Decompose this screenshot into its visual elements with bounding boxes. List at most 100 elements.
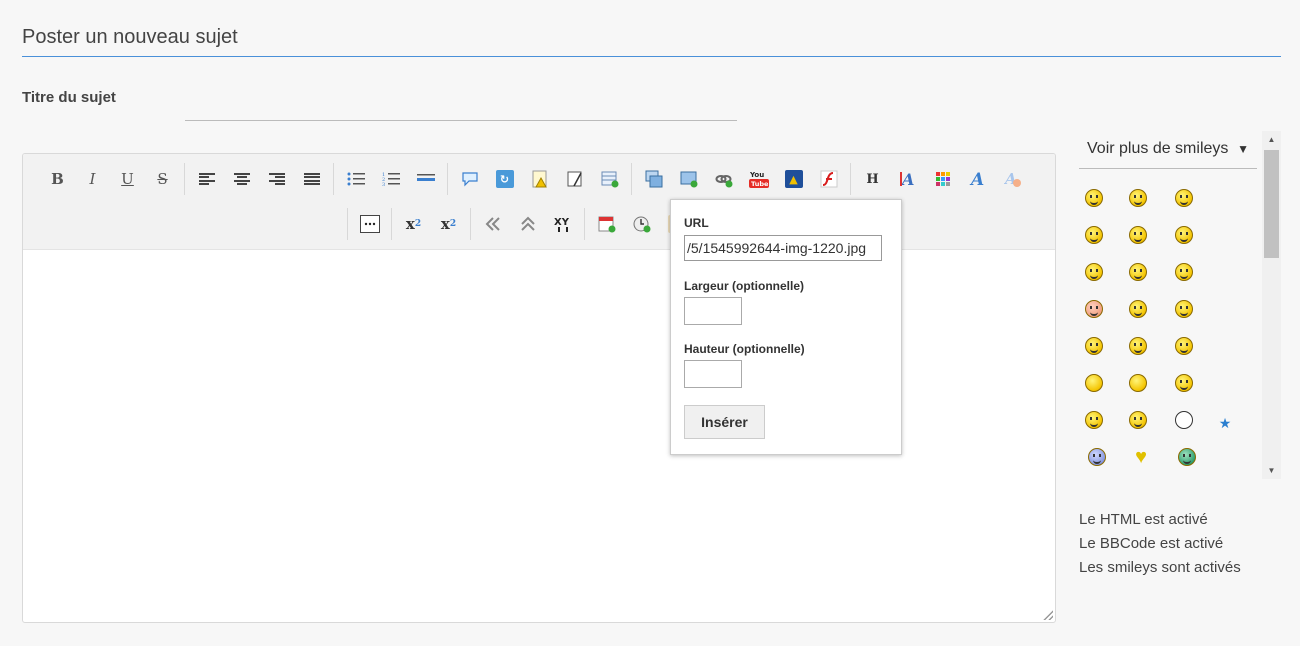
bold-button[interactable]: B [40, 163, 75, 195]
smiley-icon[interactable] [1178, 448, 1196, 466]
smiley-icon[interactable] [1085, 374, 1103, 392]
width-label: Largeur (optionnelle) [684, 279, 804, 293]
ellipsis-icon [359, 215, 380, 233]
smiley-icon[interactable] [1085, 226, 1103, 244]
toolbar-divider [850, 163, 851, 195]
youtube-button[interactable]: You Tube [741, 163, 776, 195]
star-icon[interactable]: ★ [1216, 414, 1234, 432]
insert-link-button[interactable] [706, 163, 741, 195]
scroll-top-button[interactable] [510, 208, 545, 240]
flash-icon [820, 170, 837, 188]
image-height-input[interactable] [684, 360, 742, 388]
font-button[interactable]: A [960, 163, 995, 195]
smiley-icon[interactable] [1129, 300, 1147, 318]
strikethrough-label: S [157, 170, 168, 188]
double-chevron-up-icon [520, 216, 535, 231]
align-center-button[interactable] [224, 163, 259, 195]
undo-button[interactable] [475, 208, 510, 240]
strikethrough-button[interactable]: S [145, 163, 180, 195]
smiley-icon[interactable] [1088, 448, 1106, 466]
align-justify-button[interactable] [294, 163, 329, 195]
smiley-icon[interactable] [1129, 337, 1147, 355]
youtube-icon: YouTube [748, 171, 769, 188]
smiley-icon[interactable] [1129, 189, 1147, 207]
smiley-icon[interactable] [1129, 263, 1147, 281]
hide-button[interactable] [557, 163, 592, 195]
height-label: Hauteur (optionnelle) [684, 342, 805, 356]
smiley-icon[interactable] [1129, 411, 1147, 429]
arrows-xy-icon: XY [554, 217, 569, 232]
resize-handle[interactable] [1043, 610, 1053, 620]
smiley-icon[interactable] [1085, 411, 1103, 429]
italic-button[interactable]: I [75, 163, 110, 195]
scrollbar-thumb[interactable] [1264, 150, 1279, 258]
smiley-icon[interactable] [1175, 374, 1193, 392]
abbreviation-button[interactable]: XY [545, 208, 580, 240]
scroll-down-icon[interactable]: ▼ [1262, 462, 1281, 479]
link-add-icon [715, 175, 732, 188]
more-options-button[interactable] [352, 208, 387, 240]
smiley-icon[interactable] [1129, 226, 1147, 244]
date-button[interactable] [589, 208, 624, 240]
smiley-icon[interactable] [1175, 226, 1193, 244]
italic-label: I [89, 170, 96, 188]
align-left-button[interactable] [189, 163, 224, 195]
color-button[interactable] [925, 163, 960, 195]
smiley-icon[interactable] [1085, 263, 1103, 281]
bullet-list-button[interactable] [338, 163, 373, 195]
bullet-list-icon [347, 172, 365, 186]
smiley-icon[interactable] [1175, 189, 1193, 207]
image-width-input[interactable] [684, 297, 742, 325]
smiley-scrollbar[interactable]: ▲ ▼ [1262, 131, 1281, 479]
dailymotion-button[interactable]: ▲ [776, 163, 811, 195]
table-button[interactable] [592, 163, 627, 195]
topic-title-input[interactable] [185, 96, 737, 121]
image-upload-button[interactable] [636, 163, 671, 195]
subscript-label: x [405, 215, 415, 233]
svg-text:You: You [749, 171, 764, 179]
code-button[interactable]: ↻ [487, 163, 522, 195]
remove-format-button[interactable]: A [995, 163, 1030, 195]
svg-text:A: A [969, 170, 984, 188]
heart-icon[interactable]: ♥ [1132, 447, 1150, 467]
numbered-list-button[interactable]: 123 [373, 163, 408, 195]
calendar-add-icon [598, 216, 615, 233]
time-button[interactable] [624, 208, 659, 240]
smiley-icon[interactable] [1175, 300, 1193, 318]
smiley-icon[interactable] [1175, 411, 1193, 429]
header-button[interactable]: H [855, 163, 890, 195]
quote-button[interactable] [452, 163, 487, 195]
more-smileys-dropdown[interactable]: Voir plus de smileys ▼ [1079, 135, 1257, 169]
subscript-button[interactable]: x2 [396, 208, 431, 240]
superscript-label: x [440, 215, 450, 233]
underline-button[interactable]: U [110, 163, 145, 195]
smiley-icon[interactable] [1085, 189, 1103, 207]
superscript-button[interactable]: x2 [431, 208, 466, 240]
toolbar-divider [184, 163, 185, 195]
smiley-icon[interactable] [1129, 374, 1147, 392]
horizontal-rule-button[interactable] [408, 163, 443, 195]
smiley-icon[interactable] [1175, 337, 1193, 355]
svg-text:3: 3 [382, 182, 385, 187]
spoiler-button[interactable] [522, 163, 557, 195]
code-icon: ↻ [495, 170, 514, 188]
toolbar-divider [631, 163, 632, 195]
chevron-down-icon: ▼ [1237, 142, 1249, 156]
smileys-status: Les smileys sont activés [1079, 559, 1241, 576]
smiley-icon[interactable] [1085, 337, 1103, 355]
font-size-button[interactable]: A [890, 163, 925, 195]
video-service-icon: ▲ [784, 170, 803, 188]
scroll-up-icon[interactable]: ▲ [1262, 131, 1281, 148]
smiley-icon[interactable] [1175, 263, 1193, 281]
insert-button[interactable]: Insérer [684, 405, 765, 439]
font-icon: A [969, 170, 984, 188]
flash-button[interactable] [811, 163, 846, 195]
smiley-icon[interactable] [1085, 300, 1103, 318]
image-url-input[interactable] [684, 235, 882, 261]
align-right-button[interactable] [259, 163, 294, 195]
svg-text:A: A [900, 170, 914, 188]
insert-image-button[interactable] [671, 163, 706, 195]
align-right-icon [268, 173, 285, 185]
svg-text:Tube: Tube [751, 180, 769, 188]
align-left-icon [198, 173, 215, 185]
